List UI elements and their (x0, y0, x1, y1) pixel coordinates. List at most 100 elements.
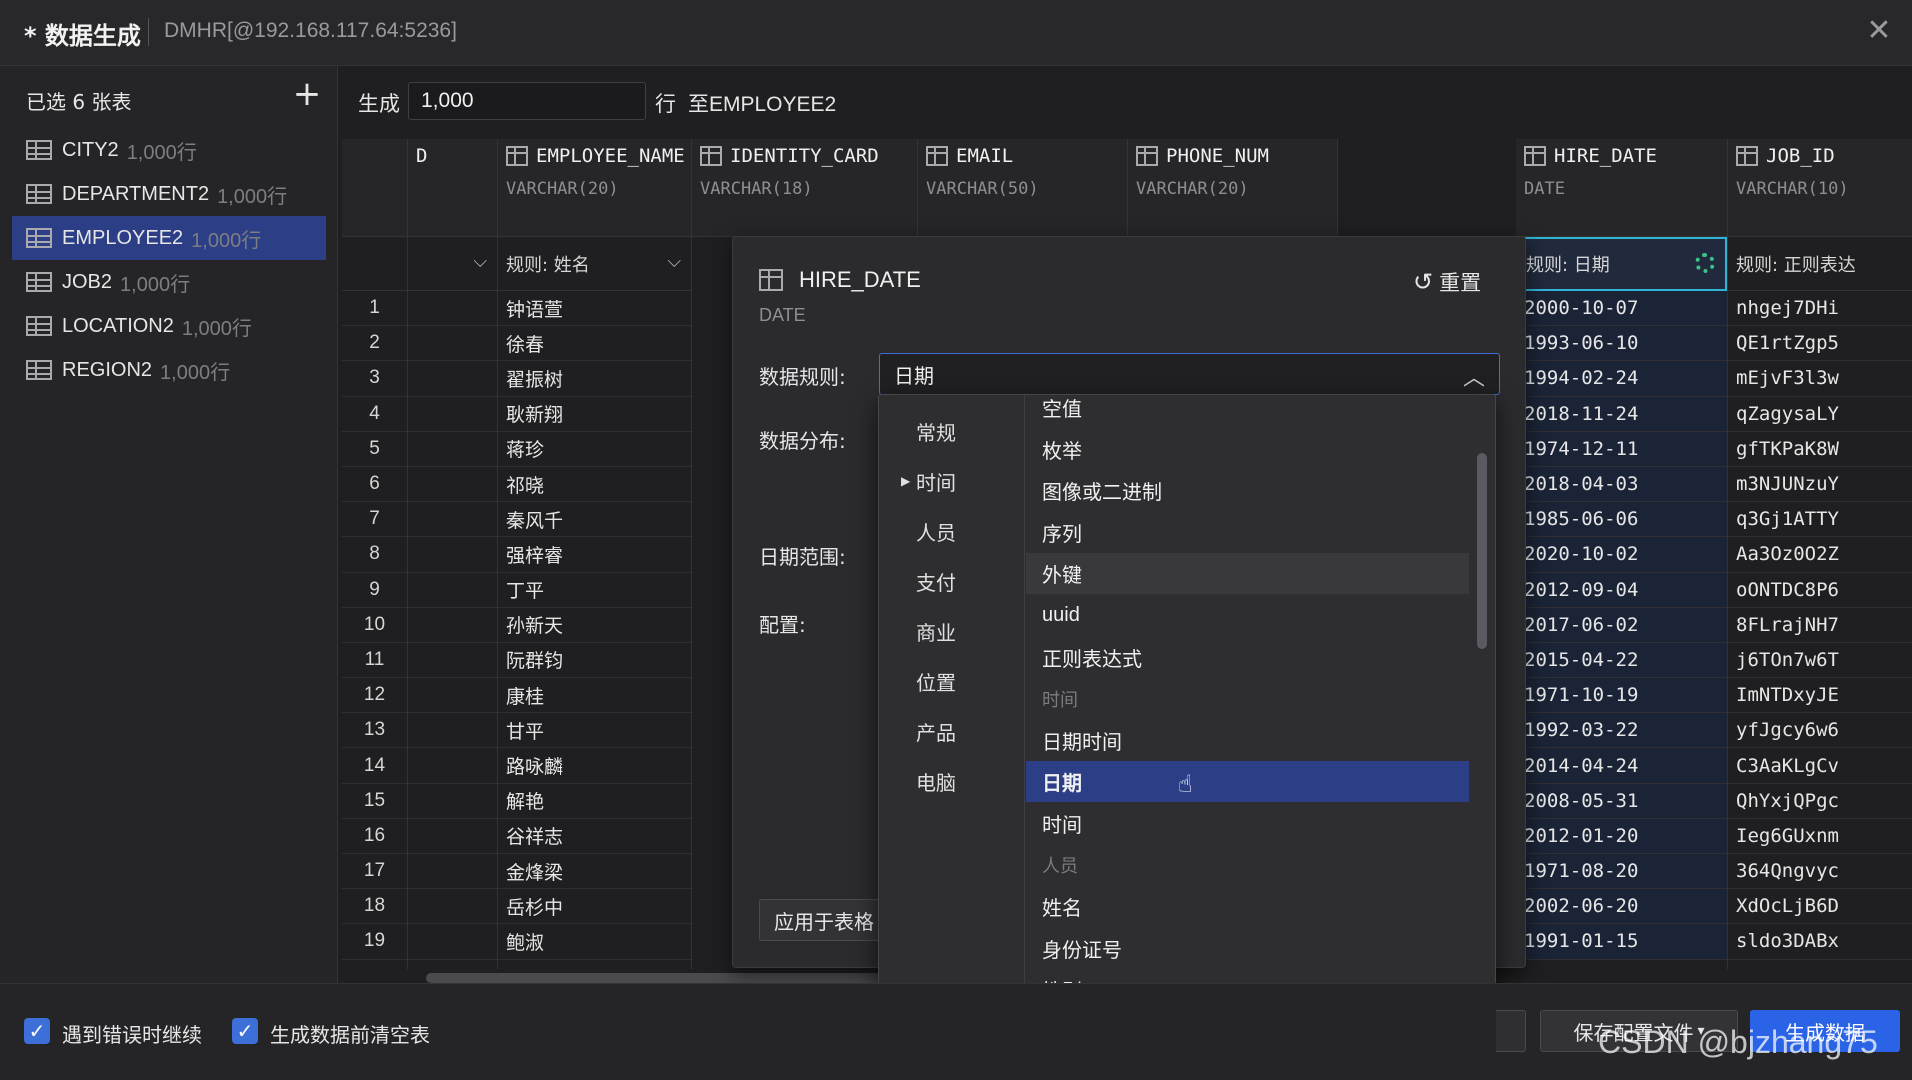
table-cell[interactable]: 1993-06-10 (1516, 326, 1727, 362)
table-cell[interactable]: 14 (342, 748, 407, 784)
table-cell[interactable]: q3Gj1ATTY (1728, 502, 1912, 538)
table-cell[interactable]: 秦风千 (498, 502, 691, 538)
column-header[interactable]: PHONE_NUM VARCHAR(20) (1128, 139, 1337, 237)
table-cell[interactable] (408, 432, 497, 467)
category-item[interactable]: 产品 (879, 711, 1025, 751)
table-cell[interactable]: 解艳 (498, 784, 691, 819)
table-cell[interactable]: 翟振树 (498, 361, 691, 397)
table-cell[interactable]: 徐春 (498, 326, 691, 362)
category-item[interactable]: 支付 (879, 561, 1025, 601)
category-item[interactable]: 常规 (879, 411, 1025, 451)
table-cell[interactable]: 谷祥志 (498, 819, 691, 854)
row-count-input[interactable] (408, 82, 646, 120)
category-item[interactable]: 人员 (879, 511, 1025, 551)
sidebar-item-department2[interactable]: DEPARTMENT2 1,000行 (12, 172, 326, 216)
table-cell[interactable]: 19 (342, 924, 407, 960)
table-cell[interactable]: 2018-11-24 (1516, 396, 1727, 432)
table-cell[interactable]: 9 (342, 573, 407, 608)
table-cell[interactable] (408, 537, 497, 573)
table-cell[interactable]: 孙新天 (498, 608, 691, 643)
table-cell[interactable]: nhgej7DHi (1728, 291, 1912, 327)
table-cell[interactable]: 2020-10-02 (1516, 537, 1727, 573)
hidden-button[interactable] (1496, 1010, 1526, 1052)
table-cell[interactable]: ImNTDxyJE (1728, 678, 1912, 714)
table-cell[interactable] (408, 467, 497, 503)
table-cell[interactable]: Aa3Oz0O2Z (1728, 537, 1912, 573)
table-cell[interactable]: 甘平 (498, 713, 691, 749)
table-cell[interactable]: 1971-10-19 (1516, 678, 1727, 714)
dropdown-option[interactable]: 时间 (1026, 803, 1469, 844)
dropdown-option[interactable]: 图像或二进制 (1026, 470, 1469, 511)
table-cell[interactable]: 鲍淑 (498, 924, 691, 960)
table-cell[interactable]: 11 (342, 643, 407, 679)
table-cell[interactable]: 2 (342, 326, 407, 362)
column-header[interactable]: EMAIL VARCHAR(50) (918, 139, 1127, 237)
table-cell[interactable] (408, 326, 497, 362)
table-cell[interactable]: 蒋珍 (498, 432, 691, 467)
table-cell[interactable]: 2000-10-07 (1516, 291, 1727, 327)
sidebar-item-city2[interactable]: CITY2 1,000行 (12, 128, 326, 172)
column-header[interactable]: HIRE_DATE DATE (1516, 139, 1727, 237)
table-cell[interactable] (408, 643, 497, 679)
apply-to-table-button[interactable]: 应用于表格 (759, 899, 889, 941)
table-cell[interactable]: 2012-09-04 (1516, 572, 1727, 608)
table-cell[interactable]: 金烽梁 (498, 854, 691, 890)
table-cell[interactable]: 耿新翔 (498, 397, 691, 432)
close-icon[interactable]: ✕ (1862, 14, 1896, 48)
category-item[interactable]: 商业 (879, 611, 1025, 651)
table-cell[interactable]: 7 (342, 502, 407, 538)
table-cell[interactable] (408, 819, 497, 854)
rule-selector[interactable]: 规则: 正则表达 (1728, 237, 1912, 291)
table-cell[interactable] (408, 678, 497, 714)
table-cell[interactable]: sldo3DABx (1728, 924, 1912, 960)
table-cell[interactable]: 1 (342, 291, 407, 327)
table-cell[interactable]: 强梓睿 (498, 537, 691, 573)
table-cell[interactable]: gfTKPaK8W (1728, 432, 1912, 467)
table-cell[interactable] (408, 889, 497, 925)
table-cell[interactable]: 岳杉中 (498, 889, 691, 925)
dropdown-scrollbar[interactable] (1477, 453, 1487, 649)
table-cell[interactable]: Ieg6GUxnm (1728, 819, 1912, 854)
table-cell[interactable]: 祁晓 (498, 467, 691, 503)
table-cell[interactable]: 1971-08-20 (1516, 854, 1727, 890)
column-header[interactable]: IDENTITY_CARD VARCHAR(18) (692, 139, 917, 237)
table-cell[interactable]: qZagysaLY (1728, 397, 1912, 432)
table-cell[interactable]: 康桂 (498, 678, 691, 714)
sidebar-item-location2[interactable]: LOCATION2 1,000行 (12, 304, 326, 348)
table-cell[interactable]: 2002-06-20 (1516, 889, 1727, 925)
category-item[interactable]: 电脑 (879, 761, 1025, 801)
category-item[interactable]: ▶ 时间 (879, 461, 1025, 501)
dropdown-option[interactable]: 日期时间 (1026, 720, 1469, 761)
dropdown-option[interactable]: 枚举 (1026, 429, 1469, 470)
table-cell[interactable] (408, 361, 497, 397)
column-header[interactable]: JOB_ID VARCHAR(10) (1728, 139, 1912, 237)
table-cell[interactable] (408, 748, 497, 784)
table-cell[interactable]: 1974-12-11 (1516, 431, 1727, 467)
table-cell[interactable]: 2015-04-22 (1516, 642, 1727, 679)
table-cell[interactable]: 2018-04-03 (1516, 466, 1727, 503)
dropdown-option[interactable]: 姓名 (1026, 886, 1469, 927)
dropdown-option[interactable]: 正则表达式 (1026, 637, 1469, 678)
table-cell[interactable]: 路咏麟 (498, 748, 691, 784)
rule-selector[interactable]: 规则: 日期 (1516, 237, 1727, 291)
table-cell[interactable]: 364Qngvyc (1728, 854, 1912, 890)
column-header[interactable]: EMPLOYEE_NAME VARCHAR(20) (498, 139, 691, 237)
table-cell[interactable] (408, 784, 497, 819)
dropdown-option[interactable]: uuid (1026, 595, 1469, 636)
table-cell[interactable]: QhYxjQPgc (1728, 784, 1912, 819)
table-cell[interactable]: 钟语萱 (498, 291, 691, 327)
table-cell[interactable] (408, 713, 497, 749)
rule-select[interactable]: 日期 ︿ (879, 353, 1500, 395)
table-cell[interactable]: 13 (342, 713, 407, 749)
table-cell[interactable]: 18 (342, 889, 407, 925)
table-cell[interactable]: XdOcLjB6D (1728, 889, 1912, 925)
table-cell[interactable]: mEjvF3l3w (1728, 361, 1912, 397)
dropdown-option[interactable]: 身份证号 (1026, 928, 1469, 969)
table-cell[interactable] (408, 291, 497, 327)
table-cell[interactable] (408, 924, 497, 960)
table-cell[interactable]: 1991-01-15 (1516, 924, 1727, 960)
table-cell[interactable]: 15 (342, 784, 407, 819)
table-cell[interactable]: 8FLrajNH7 (1728, 608, 1912, 643)
rule-selector[interactable]: 规则: 姓名 ⌵ (498, 237, 691, 291)
table-cell[interactable]: 5 (342, 432, 407, 467)
